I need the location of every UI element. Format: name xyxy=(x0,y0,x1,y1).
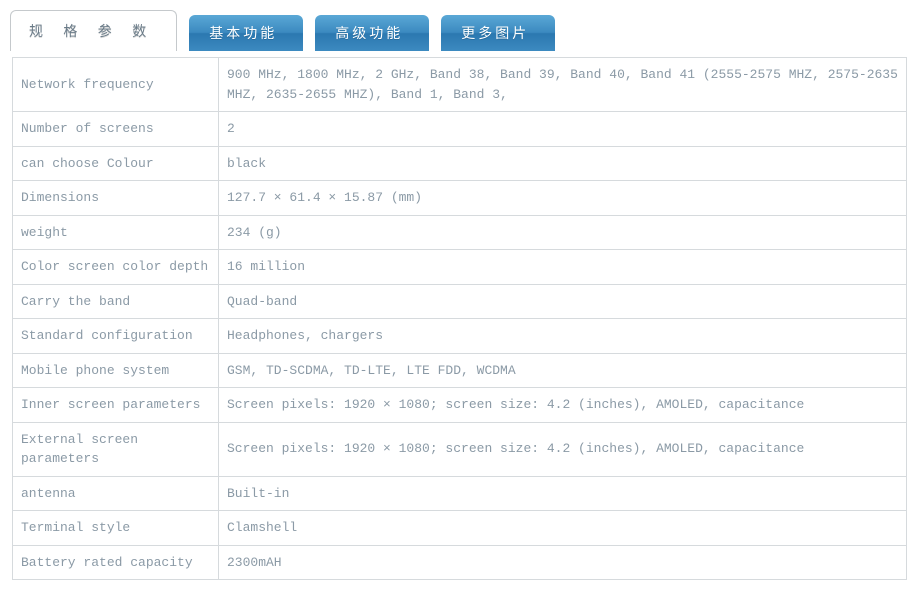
spec-label: Carry the band xyxy=(13,284,219,319)
spec-label: Dimensions xyxy=(13,181,219,216)
table-row: Number of screens2 xyxy=(13,112,907,147)
spec-label: Number of screens xyxy=(13,112,219,147)
spec-value: 16 million xyxy=(219,250,907,285)
spec-value: Clamshell xyxy=(219,511,907,546)
specs-table: Network frequency900 MHz, 1800 MHz, 2 GH… xyxy=(12,57,907,580)
table-row: Color screen color depth16 million xyxy=(13,250,907,285)
table-row: Standard configurationHeadphones, charge… xyxy=(13,319,907,354)
spec-label: Network frequency xyxy=(13,58,219,112)
table-row: weight234 (g) xyxy=(13,215,907,250)
table-row: Battery rated capacity2300mAH xyxy=(13,545,907,580)
spec-value: 127.7 × 61.4 × 15.87 (mm) xyxy=(219,181,907,216)
tab-advanced[interactable]: 高级功能 xyxy=(315,15,429,51)
spec-value: Quad-band xyxy=(219,284,907,319)
spec-label: Mobile phone system xyxy=(13,353,219,388)
spec-label: Color screen color depth xyxy=(13,250,219,285)
spec-value: 900 MHz, 1800 MHz, 2 GHz, Band 38, Band … xyxy=(219,58,907,112)
spec-value: Screen pixels: 1920 × 1080; screen size:… xyxy=(219,422,907,476)
tab-more-images[interactable]: 更多图片 xyxy=(441,15,555,51)
spec-label: Battery rated capacity xyxy=(13,545,219,580)
spec-label: antenna xyxy=(13,476,219,511)
table-row: External screen parametersScreen pixels:… xyxy=(13,422,907,476)
spec-label: Inner screen parameters xyxy=(13,388,219,423)
table-row: can choose Colourblack xyxy=(13,146,907,181)
spec-label: External screen parameters xyxy=(13,422,219,476)
table-row: Carry the bandQuad-band xyxy=(13,284,907,319)
tabs-row: 规 格 参 数 基本功能 高级功能 更多图片 xyxy=(10,10,909,51)
spec-value: Built-in xyxy=(219,476,907,511)
spec-value: Headphones, chargers xyxy=(219,319,907,354)
spec-value: 2300mAH xyxy=(219,545,907,580)
spec-label: Standard configuration xyxy=(13,319,219,354)
table-row: Network frequency900 MHz, 1800 MHz, 2 GH… xyxy=(13,58,907,112)
table-row: Terminal styleClamshell xyxy=(13,511,907,546)
table-row: Dimensions127.7 × 61.4 × 15.87 (mm) xyxy=(13,181,907,216)
spec-label: weight xyxy=(13,215,219,250)
table-row: Mobile phone systemGSM, TD-SCDMA, TD-LTE… xyxy=(13,353,907,388)
spec-label: Terminal style xyxy=(13,511,219,546)
spec-value: Screen pixels: 1920 × 1080; screen size:… xyxy=(219,388,907,423)
tab-basic[interactable]: 基本功能 xyxy=(189,15,303,51)
spec-value: black xyxy=(219,146,907,181)
table-row: antennaBuilt-in xyxy=(13,476,907,511)
spec-value: 234 (g) xyxy=(219,215,907,250)
tab-specs[interactable]: 规 格 参 数 xyxy=(10,10,177,51)
table-row: Inner screen parametersScreen pixels: 19… xyxy=(13,388,907,423)
spec-value: GSM, TD-SCDMA, TD-LTE, LTE FDD, WCDMA xyxy=(219,353,907,388)
spec-value: 2 xyxy=(219,112,907,147)
spec-label: can choose Colour xyxy=(13,146,219,181)
